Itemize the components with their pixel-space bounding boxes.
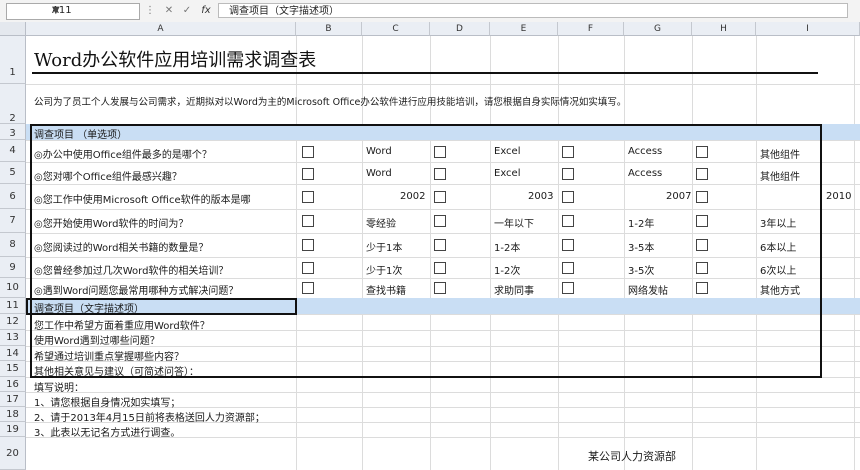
sheet-title[interactable]: Word办公软件应用培训需求调查表 (34, 46, 316, 72)
column-header-b[interactable]: B (296, 22, 362, 36)
row-header[interactable]: 20 (0, 437, 26, 470)
name-box[interactable]: A11 ▼ (6, 3, 140, 20)
row-header[interactable]: 14 (0, 346, 26, 361)
row-header[interactable]: 13 (0, 330, 26, 346)
row-header[interactable]: 2 (0, 84, 26, 124)
resize-handle-icon[interactable]: ⋮ (143, 3, 157, 18)
survey-border (30, 124, 822, 378)
chevron-down-icon[interactable]: ▼ (52, 5, 136, 16)
intro-text[interactable]: 公司为了员工个人发展与公司需求，近期拟对以Word为主的Microsoft Of… (34, 94, 626, 108)
row-header[interactable]: 8 (0, 233, 26, 257)
column-header-i[interactable]: I (756, 22, 860, 36)
row-header[interactable]: 19 (0, 422, 26, 437)
row-header[interactable]: 10 (0, 278, 26, 298)
row-header[interactable]: 16 (0, 377, 26, 392)
note-line[interactable]: 3、此表以无记名方式进行调查。 (34, 424, 180, 439)
row-header[interactable]: 7 (0, 209, 26, 233)
option-label[interactable]: 2010 (826, 191, 851, 202)
row-header[interactable]: 15 (0, 361, 26, 377)
column-header-g[interactable]: G (624, 22, 692, 36)
gridline (854, 36, 855, 470)
column-header-d[interactable]: D (430, 22, 490, 36)
row-header[interactable]: 4 (0, 140, 26, 162)
column-header-h[interactable]: H (692, 22, 756, 36)
worksheet-grid[interactable]: Word办公软件应用培训需求调查表 公司为了员工个人发展与公司需求，近期拟对以W… (26, 36, 860, 470)
notes-title[interactable]: 填写说明： (34, 379, 84, 394)
row-header[interactable]: 9 (0, 257, 26, 278)
cancel-icon[interactable]: ✕ (162, 3, 176, 18)
enter-icon[interactable]: ✓ (180, 3, 194, 18)
gridline (26, 84, 860, 85)
column-header-c[interactable]: C (362, 22, 430, 36)
row-header[interactable]: 18 (0, 407, 26, 422)
function-icon[interactable]: fx (199, 3, 213, 18)
row-header[interactable]: 1 (0, 36, 26, 84)
row-header[interactable]: 5 (0, 162, 26, 184)
formula-input[interactable]: 调查项目（文字描述项） (218, 3, 848, 18)
column-header-e[interactable]: E (490, 22, 558, 36)
select-all-corner[interactable] (0, 22, 26, 36)
column-header-f[interactable]: F (558, 22, 624, 36)
row-header[interactable]: 11 (0, 298, 26, 314)
row-header[interactable]: 12 (0, 314, 26, 330)
column-header-a[interactable]: A (26, 22, 296, 36)
footer-department[interactable]: 某公司人力资源部 (588, 448, 676, 464)
note-line[interactable]: 1、请您根据自身情况如实填写； (34, 394, 180, 409)
formula-bar: A11 ▼ ⋮ ✕ ✓ fx 调查项目（文字描述项） (0, 0, 860, 23)
note-line[interactable]: 2、请于2013年4月15日前将表格送回人力资源部； (34, 409, 265, 424)
gridline (26, 392, 860, 393)
row-header[interactable]: 17 (0, 392, 26, 407)
row-header[interactable]: 3 (0, 124, 26, 140)
row-header[interactable]: 6 (0, 184, 26, 209)
title-rule (32, 72, 818, 74)
